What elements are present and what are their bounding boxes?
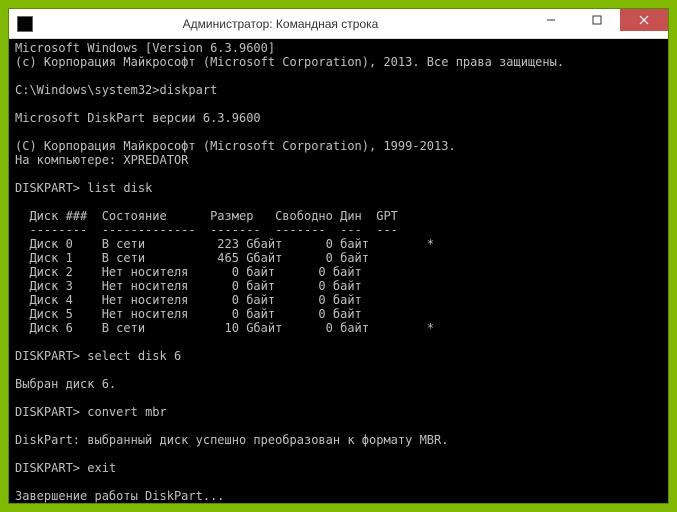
close-icon bbox=[639, 15, 649, 25]
disk-table-divider: -------- ------------- ------- ------- -… bbox=[15, 223, 398, 237]
terminal-area[interactable]: Microsoft Windows [Version 6.3.9600] (c)… bbox=[9, 39, 668, 503]
command-list-disk: list disk bbox=[87, 181, 152, 195]
diskpart-prompt: DISKPART> bbox=[15, 405, 80, 419]
maximize-button[interactable] bbox=[574, 9, 620, 31]
disk-row: Диск 2 Нет носителя 0 байт 0 байт bbox=[15, 265, 362, 279]
msg-converted: DiskPart: выбранный диск успешно преобра… bbox=[15, 433, 448, 447]
disk-row: Диск 6 В сети 10 Gбайт 0 байт * bbox=[15, 321, 434, 335]
titlebar[interactable]: Администратор: Командная строка bbox=[9, 9, 668, 39]
diskpart-prompt: DISKPART> bbox=[15, 349, 80, 363]
maximize-icon bbox=[592, 15, 602, 25]
minimize-button[interactable] bbox=[528, 9, 574, 31]
command-select-disk: select disk 6 bbox=[87, 349, 181, 363]
disk-row: Диск 4 Нет носителя 0 байт 0 байт bbox=[15, 293, 362, 307]
prompt: C:\Windows\system32> bbox=[15, 83, 160, 97]
command-convert-mbr: convert mbr bbox=[87, 405, 166, 419]
disk-table-header: Диск ### Состояние Размер Свободно Дин G… bbox=[15, 209, 398, 223]
window-controls bbox=[528, 9, 668, 38]
diskpart-prompt: DISKPART> bbox=[15, 461, 80, 475]
diskpart-computer: На компьютере: XPREDATOR bbox=[15, 153, 188, 167]
disk-row: Диск 1 В сети 465 Gбайт 0 байт bbox=[15, 251, 369, 265]
minimize-icon bbox=[546, 15, 556, 25]
disk-row: Диск 3 Нет носителя 0 байт 0 байт bbox=[15, 279, 362, 293]
diskpart-prompt: DISKPART> bbox=[15, 181, 80, 195]
diskpart-copyright: (C) Корпорация Майкрософт (Microsoft Cor… bbox=[15, 139, 456, 153]
os-version-line: Microsoft Windows [Version 6.3.9600] bbox=[15, 41, 275, 55]
msg-disk-selected: Выбран диск 6. bbox=[15, 377, 116, 391]
disk-row: Диск 0 В сети 223 Gбайт 0 байт * bbox=[15, 237, 434, 251]
window-title: Администратор: Командная строка bbox=[33, 17, 528, 31]
command-diskpart: diskpart bbox=[160, 83, 218, 97]
os-copyright-line: (c) Корпорация Майкрософт (Microsoft Cor… bbox=[15, 55, 564, 69]
disk-row: Диск 5 Нет носителя 0 байт 0 байт bbox=[15, 307, 362, 321]
cmd-icon bbox=[17, 16, 33, 32]
msg-exit: Завершение работы DiskPart... bbox=[15, 489, 225, 503]
diskpart-version: Microsoft DiskPart версии 6.3.9600 bbox=[15, 111, 261, 125]
command-exit: exit bbox=[87, 461, 116, 475]
close-button[interactable] bbox=[620, 9, 668, 31]
command-prompt-window: Администратор: Командная строка Microsof… bbox=[8, 8, 669, 504]
